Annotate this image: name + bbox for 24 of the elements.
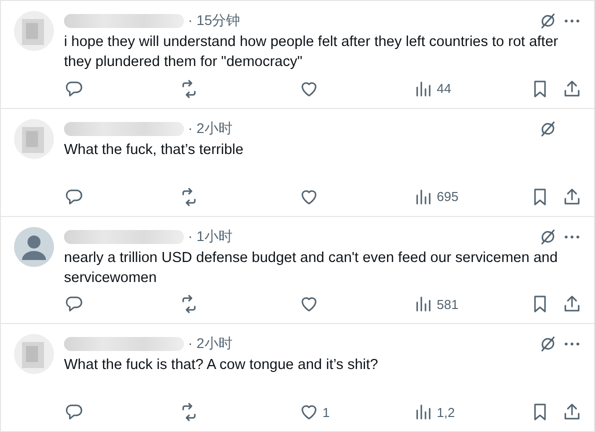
share-icon[interactable] [562, 294, 582, 314]
share-icon[interactable] [562, 78, 582, 99]
reply-icon[interactable] [64, 78, 84, 99]
view-count: 1,2 [436, 404, 455, 420]
avatar[interactable] [14, 226, 54, 266]
post-time: · 15分钟 [188, 12, 240, 30]
view-count: 695 [436, 189, 458, 204]
reply-text: nearly a trillion USD defense budget and can't even feed our servicemen and servicewomen [64, 248, 559, 288]
post-time: · 2小时 [188, 335, 232, 354]
reply-text: i hope they will understand how people felt after they left countries to rot after they plundered them for "democracy" [64, 33, 560, 72]
share-icon[interactable] [562, 402, 582, 422]
reply-text: What the fuck is that? A cow tongue and it’s shit? [64, 356, 380, 376]
reply-text: What the fuck, that’s terrible [64, 140, 244, 160]
view-count: 44 [436, 81, 452, 96]
reply-icon[interactable] [64, 402, 84, 422]
post-time: · 1小时 [188, 228, 232, 246]
reply-icon[interactable] [64, 186, 84, 206]
like-icon[interactable] [298, 402, 318, 422]
reply-icon[interactable] [64, 294, 84, 314]
view-count: 581 [436, 296, 458, 312]
share-icon[interactable] [562, 186, 582, 206]
like-icon[interactable] [298, 294, 318, 314]
like-count: 1 [322, 404, 330, 420]
post-time: · 2小时 [188, 120, 232, 138]
